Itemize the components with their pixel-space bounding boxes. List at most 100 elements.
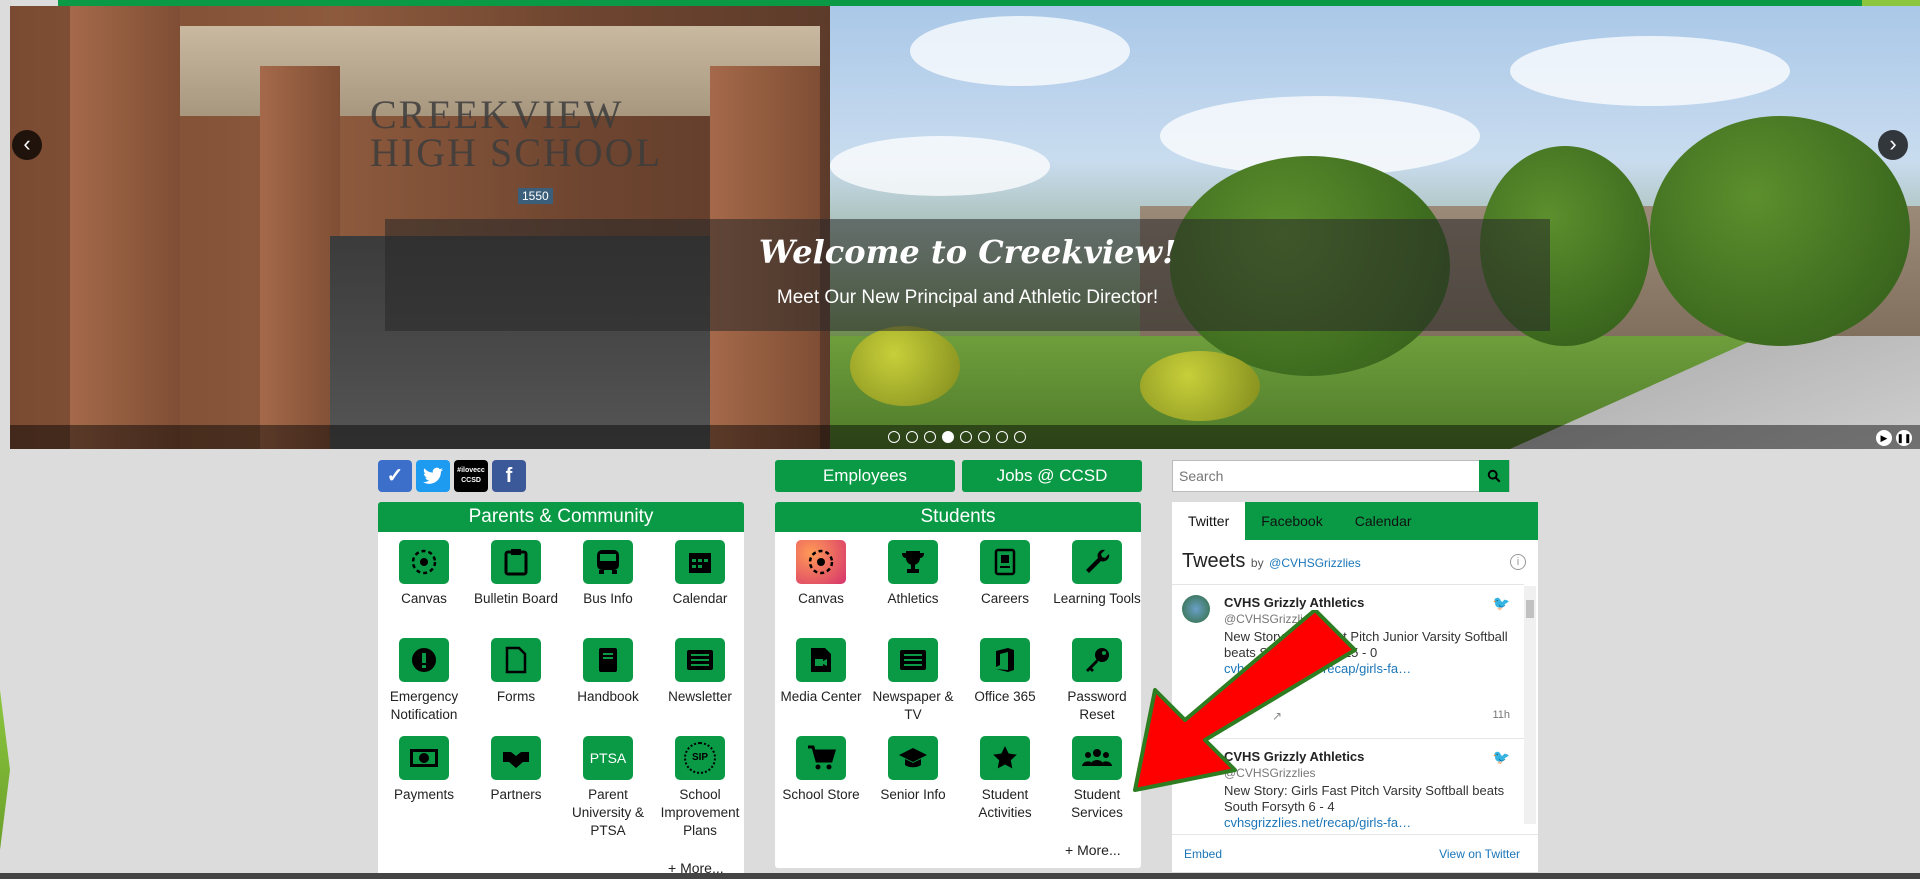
tile-label: Canvas <box>798 591 844 606</box>
newspaper-icon <box>888 638 938 682</box>
parents-tile-bus-info[interactable]: Bus Info <box>562 540 654 608</box>
twitter-icon[interactable] <box>416 460 450 492</box>
tweet-link[interactable]: cvhsgrizzlies.net/recap/girls-fa… <box>1224 815 1411 830</box>
parents-tile-bulletin-board[interactable]: Bulletin Board <box>470 540 562 608</box>
students-tile-canvas[interactable]: Canvas <box>775 540 867 608</box>
slide-dot-1[interactable] <box>888 431 900 443</box>
parents-tile-parent-university-ptsa[interactable]: PTSA Parent University & PTSA <box>562 736 654 840</box>
students-tile-school-store[interactable]: School Store <box>775 736 867 804</box>
star-icon <box>980 736 1030 780</box>
tweets-title: Tweets <box>1182 550 1246 572</box>
parents-tile-calendar[interactable]: Calendar <box>654 540 746 608</box>
parents-tile-emergency-notification[interactable]: Emergency Notification <box>378 638 470 724</box>
jobs-ccsd-button[interactable]: Jobs @ CCSD <box>962 460 1142 492</box>
slide-dot-7[interactable] <box>996 431 1008 443</box>
book-icon <box>583 638 633 682</box>
facebook-icon[interactable]: f <box>492 460 526 492</box>
slide-dot-6[interactable] <box>978 431 990 443</box>
slide-dot-8[interactable] <box>1014 431 1026 443</box>
tile-label: Bus Info <box>583 591 633 606</box>
bottom-bar <box>0 873 1920 879</box>
slide-dot-5[interactable] <box>960 431 972 443</box>
cloud <box>830 136 1050 196</box>
tab-facebook[interactable]: Facebook <box>1245 502 1338 540</box>
scrollbar-thumb[interactable] <box>1526 600 1534 618</box>
feed-footer: Embed View on Twitter <box>1172 834 1538 861</box>
tile-label: Payments <box>393 787 455 802</box>
search-box <box>1172 460 1510 492</box>
social-links: ✓ #ilovecc CCSD f <box>378 460 526 492</box>
chevron-right-icon[interactable]: › <box>1878 130 1908 160</box>
embed-link[interactable]: Embed <box>1184 847 1222 861</box>
students-tile-careers[interactable]: Careers <box>959 540 1051 608</box>
decorative-sliver <box>0 690 10 850</box>
employees-button[interactable]: Employees <box>775 460 955 492</box>
tweet-author[interactable]: CVHS Grizzly Athletics <box>1224 595 1364 610</box>
students-tile-newspaper-tv[interactable]: Newspaper & TV <box>867 638 959 724</box>
red-annotation-arrow <box>1133 610 1357 792</box>
brick-pillar <box>260 66 340 449</box>
tile-label: Student Activities <box>978 787 1032 820</box>
feed-tabs: Twitter Facebook Calendar <box>1172 502 1538 540</box>
slider-controls: ▶ ❚❚ <box>10 425 1920 449</box>
tile-label: Calendar <box>672 591 728 606</box>
tile-label: Parent University & PTSA <box>571 787 644 838</box>
tile-label: Careers <box>980 591 1029 606</box>
canvas-icon[interactable]: ✓ <box>378 460 412 492</box>
twitter-handle-link[interactable]: @CVHSGrizzlies <box>1269 556 1361 570</box>
parents-tile-newsletter[interactable]: Newsletter <box>654 638 746 706</box>
tweets-header: Tweets by @CVHSGrizzlies <box>1182 550 1361 573</box>
view-on-twitter-link[interactable]: View on Twitter <box>1439 847 1520 861</box>
id-badge-icon <box>980 540 1030 584</box>
parents-tile-payments[interactable]: Payments <box>378 736 470 804</box>
canvas-icon <box>399 540 449 584</box>
students-tile-media-center[interactable]: Media Center <box>775 638 867 706</box>
slide-dot-3[interactable] <box>924 431 936 443</box>
school-sign-text: CREEKVIEW HIGH SCHOOL <box>370 92 662 175</box>
twitter-bird-icon: 🐦 <box>1492 749 1510 765</box>
tile-label: Office 365 <box>974 689 1036 704</box>
twitter-bird-icon: 🐦 <box>1492 595 1510 611</box>
parents-tile-school-improvement-plans[interactable]: SIP School Improvement Plans <box>654 736 746 840</box>
slide-dots <box>888 431 1026 443</box>
number-sign: 1550 <box>518 188 553 204</box>
cloud <box>1510 36 1790 106</box>
students-tile-student-activities[interactable]: Student Activities <box>959 736 1051 822</box>
students-tile-athletics[interactable]: Athletics <box>867 540 959 608</box>
slide-dot-2[interactable] <box>906 431 918 443</box>
tweet-timestamp[interactable]: 11h <box>1492 709 1510 721</box>
parents-tile-handbook[interactable]: Handbook <box>562 638 654 706</box>
tile-label: Bulletin Board <box>473 591 559 606</box>
slide-subtitle[interactable]: Meet Our New Principal and Athletic Dire… <box>385 287 1550 309</box>
pause-icon[interactable]: ❚❚ <box>1896 430 1912 446</box>
panel-title: Students <box>775 502 1141 532</box>
slide-dot-4[interactable] <box>942 431 954 443</box>
students-tile-learning-tools[interactable]: Learning Tools <box>1051 540 1143 608</box>
tile-label: Canvas <box>401 591 447 606</box>
tile-label: Newsletter <box>668 689 732 704</box>
students-tile-senior-info[interactable]: Senior Info <box>867 736 959 804</box>
feed-scrollbar[interactable] <box>1524 586 1536 824</box>
tile-label: Emergency Notification <box>389 689 459 722</box>
parents-tile-partners[interactable]: Partners <box>470 736 562 804</box>
bush <box>1140 351 1260 421</box>
tile-label: Partners <box>490 787 542 802</box>
search-icon[interactable] <box>1479 460 1509 492</box>
students-tile-office-365[interactable]: Office 365 <box>959 638 1051 706</box>
chevron-left-icon[interactable]: ‹ <box>12 130 42 160</box>
cart-icon <box>796 736 846 780</box>
tab-twitter[interactable]: Twitter <box>1172 502 1246 540</box>
tile-label: Newspaper & TV <box>872 689 954 722</box>
students-panel: Students Canvas Athletics Careers Learning … <box>775 502 1141 868</box>
cloud <box>910 16 1130 86</box>
parents-tile-forms[interactable]: Forms <box>470 638 562 706</box>
info-icon[interactable]: i <box>1510 554 1526 570</box>
parents-tile-canvas[interactable]: Canvas <box>378 540 470 608</box>
tab-calendar[interactable]: Calendar <box>1339 502 1428 540</box>
search-input[interactable] <box>1173 461 1473 491</box>
ccsd-icon[interactable]: #ilovecc CCSD <box>454 460 488 492</box>
more-link[interactable]: + More... <box>1065 842 1121 858</box>
slide-title: Welcome to Creekview! <box>758 233 1177 271</box>
play-icon[interactable]: ▶ <box>1876 430 1892 446</box>
key-icon <box>1072 638 1122 682</box>
